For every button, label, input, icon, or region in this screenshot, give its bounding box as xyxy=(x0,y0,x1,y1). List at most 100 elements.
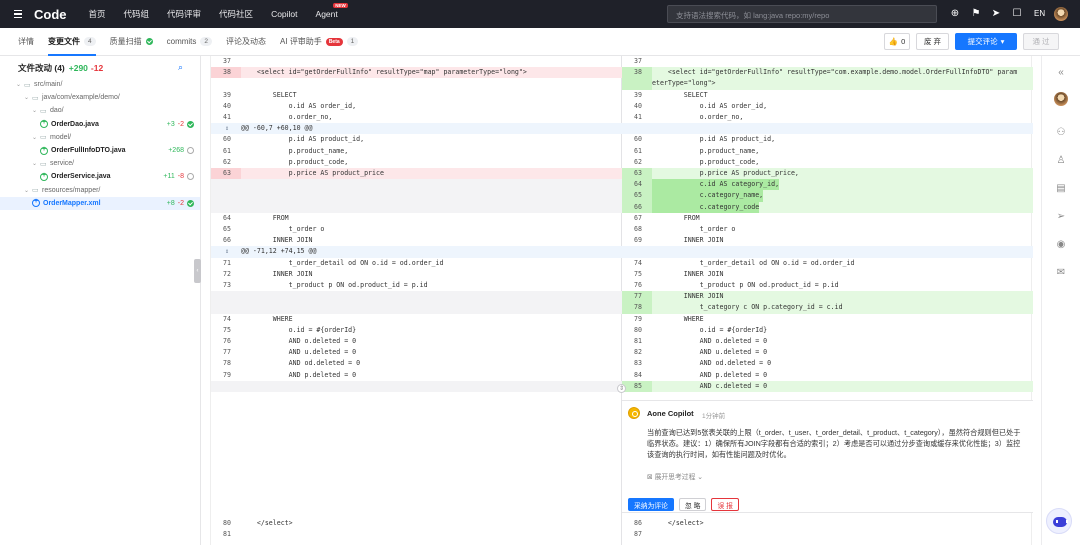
file-tree-file[interactable]: OrderDao.java +3-2 xyxy=(0,118,200,131)
group-icon[interactable]: ⚇ xyxy=(1054,126,1068,140)
line-number[interactable]: 66 xyxy=(211,235,241,246)
user-avatar[interactable] xyxy=(1054,7,1068,21)
line-number[interactable]: 39 xyxy=(211,90,241,101)
line-number[interactable]: 76 xyxy=(211,336,241,347)
like-button[interactable]: 👍 0 xyxy=(884,33,910,50)
line-number[interactable]: 62 xyxy=(211,157,241,168)
chevron-down-icon[interactable]: ⌄ xyxy=(32,134,40,141)
line-number[interactable]: 61 xyxy=(622,146,652,157)
file-tree-folder[interactable]: ⌄ ▭ java/com/example/demo/ xyxy=(0,91,200,104)
tab-commits[interactable]: commits 2 xyxy=(167,28,213,56)
line-number[interactable]: 66 xyxy=(622,201,652,213)
file-tree-file[interactable]: OrderService.java +11-8 xyxy=(0,170,200,183)
line-number[interactable]: 37 xyxy=(622,56,652,67)
language-switch[interactable]: EN xyxy=(1034,9,1045,18)
line-number[interactable]: 78 xyxy=(211,358,241,369)
line-number[interactable]: 60 xyxy=(211,134,241,145)
file-tree-file[interactable]: OrderFullInfoDTO.java +268 xyxy=(0,144,200,157)
pending-circle-icon[interactable] xyxy=(187,147,194,154)
line-number[interactable]: 67 xyxy=(622,213,652,224)
hunk-header[interactable] xyxy=(622,123,1033,135)
line-number[interactable]: 60 xyxy=(622,134,652,145)
mail-icon[interactable]: ✉ xyxy=(1054,266,1068,280)
line-number[interactable]: 82 xyxy=(622,347,652,358)
menu-icon[interactable] xyxy=(14,9,28,19)
line-number[interactable]: 76 xyxy=(622,280,652,291)
hunk-header[interactable] xyxy=(622,246,1033,258)
line-number[interactable]: 81 xyxy=(211,529,241,540)
line-number[interactable]: 73 xyxy=(211,280,241,291)
line-number[interactable]: 86 xyxy=(622,518,652,529)
line-number[interactable]: 79 xyxy=(622,314,652,325)
nav-code-review[interactable]: 代码评审 xyxy=(167,8,201,20)
reviewed-check-icon[interactable] xyxy=(187,199,194,207)
file-tree-folder[interactable]: ⌄ ▭ dao/ xyxy=(0,104,200,117)
line-number[interactable]: 77 xyxy=(211,347,241,358)
line-number[interactable]: 63 xyxy=(622,168,652,180)
line-number[interactable]: 87 xyxy=(622,529,652,540)
line-number[interactable]: 74 xyxy=(622,258,652,269)
tab-ai-review[interactable]: AI 评审助手 Beta 1 xyxy=(280,28,359,56)
line-number[interactable]: 64 xyxy=(211,213,241,224)
nav-copilot[interactable]: Copilot xyxy=(271,9,297,19)
expand-hunk-icon[interactable]: ⇕ xyxy=(211,123,241,134)
expand-hunk-icon[interactable]: ⇕ xyxy=(211,246,241,257)
eye-icon[interactable]: ◉ xyxy=(1054,238,1068,252)
line-number[interactable]: 69 xyxy=(622,235,652,246)
chevron-down-icon[interactable]: ⌄ xyxy=(16,81,24,88)
line-number[interactable]: 77 xyxy=(622,291,652,303)
line-number[interactable]: 41 xyxy=(622,112,652,123)
submit-comment-button[interactable]: 提交评论 ▾ xyxy=(955,33,1017,50)
reviewer-avatar[interactable] xyxy=(1054,92,1068,106)
line-number[interactable]: 61 xyxy=(211,146,241,157)
chevron-down-icon[interactable]: ⌄ xyxy=(32,160,40,167)
collapse-rail-icon[interactable]: « xyxy=(1054,66,1068,80)
false-positive-button[interactable]: 误 报 xyxy=(711,498,739,511)
chevron-down-icon[interactable]: ⌄ xyxy=(32,107,40,114)
reviewed-check-icon[interactable] xyxy=(187,120,194,128)
tab-quality-scan[interactable]: 质量扫描 xyxy=(110,28,153,56)
app-logo[interactable]: Code xyxy=(34,7,67,22)
line-number[interactable]: 64 xyxy=(622,179,652,191)
line-number[interactable]: 38 xyxy=(211,67,241,79)
tab-changed-files[interactable]: 变更文件 4 xyxy=(48,28,96,56)
nav-code-group[interactable]: 代码组 xyxy=(124,8,150,20)
file-tree-folder[interactable]: ⌄ ▭ service/ xyxy=(0,157,200,170)
global-search-input[interactable]: 支持语法搜索代码，如 lang:java repo:my/repo xyxy=(667,5,937,23)
line-number[interactable]: 80 xyxy=(211,518,241,529)
line-number[interactable]: 38 xyxy=(622,67,652,90)
line-number[interactable]: 74 xyxy=(211,314,241,325)
pending-circle-icon[interactable] xyxy=(187,173,194,181)
line-number[interactable]: 40 xyxy=(211,101,241,112)
line-number[interactable]: 39 xyxy=(622,90,652,101)
hunk-header[interactable]: ⇕ @@ -60,7 +60,10 @@ xyxy=(211,123,622,135)
line-number[interactable]: 81 xyxy=(622,336,652,347)
nav-code-community[interactable]: 代码社区 xyxy=(219,8,253,20)
approve-button[interactable]: 通 过 xyxy=(1023,33,1059,50)
chevron-down-icon[interactable]: ⌄ xyxy=(24,94,32,101)
line-number[interactable]: 65 xyxy=(622,190,652,202)
tab-comments[interactable]: 评论及动态 xyxy=(226,28,266,56)
adopt-button[interactable]: 采纳为评论 xyxy=(628,498,674,511)
file-tree-folder[interactable]: ⌄ ▭ resources/mapper/ xyxy=(0,184,200,197)
file-tree-folder[interactable]: ⌄ ▭ src/main/ xyxy=(0,78,200,91)
send-icon[interactable]: ➢ xyxy=(1054,210,1068,224)
line-number[interactable]: 72 xyxy=(211,269,241,280)
line-number[interactable]: 62 xyxy=(622,157,652,168)
expand-thinking-link[interactable]: ⊠ 展开思考过程 ⌄ xyxy=(647,471,703,481)
collapse-sidebar-handle[interactable]: ‹ xyxy=(194,259,201,283)
line-number[interactable]: 41 xyxy=(211,112,241,123)
line-number[interactable]: 63 xyxy=(211,168,241,180)
line-number[interactable]: 37 xyxy=(211,56,241,67)
line-number[interactable]: 75 xyxy=(211,325,241,336)
line-number[interactable]: 83 xyxy=(622,358,652,369)
abandon-button[interactable]: 废 弃 xyxy=(916,33,949,50)
line-number[interactable]: 80 xyxy=(622,325,652,336)
line-number[interactable]: 68 xyxy=(622,224,652,235)
line-number[interactable]: 71 xyxy=(211,258,241,269)
file-tree-folder[interactable]: ⌄ ▭ model/ xyxy=(0,131,200,144)
chevron-down-icon[interactable]: ⌄ xyxy=(24,187,32,194)
file-tree-file[interactable]: OrderMapper.xml +8-2 xyxy=(0,196,200,210)
pointer-icon[interactable]: ➤ xyxy=(990,8,1002,20)
line-number[interactable]: 65 xyxy=(211,224,241,235)
